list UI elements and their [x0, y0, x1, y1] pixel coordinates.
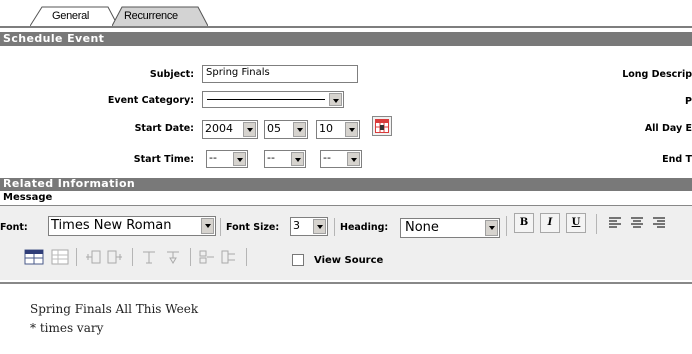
event-category-select[interactable]: [202, 91, 344, 108]
toolbar-separator: [190, 248, 191, 266]
start-minute-select[interactable]: --: [264, 150, 306, 168]
merge-cells-icon[interactable]: [198, 248, 216, 266]
heading-select[interactable]: None: [400, 218, 500, 238]
tab-general-label: General: [52, 10, 90, 22]
insert-column-right-icon[interactable]: [106, 248, 124, 266]
font-size-label: Font Size:: [226, 222, 280, 233]
long-description-label: Long Descrip: [622, 69, 692, 80]
subject-label: Subject:: [149, 69, 194, 80]
tab-recurrence[interactable]: Recurrence: [112, 6, 208, 26]
message-label: Message: [3, 192, 53, 203]
end-time-label: End T: [662, 154, 692, 165]
underline-button[interactable]: U: [566, 213, 586, 233]
align-left-icon[interactable]: [606, 214, 624, 232]
start-day-select[interactable]: 10: [316, 120, 360, 139]
start-year-value: 2004: [205, 122, 233, 135]
chevron-down-icon: [201, 218, 214, 234]
font-size-value: 3: [293, 219, 300, 232]
calendar-icon[interactable]: [372, 116, 392, 136]
start-hour-value: --: [209, 151, 217, 164]
tab-general[interactable]: General: [30, 6, 118, 26]
toolbar-separator: [132, 248, 133, 266]
tab-underline: [0, 26, 692, 28]
font-label: Font:: [0, 222, 28, 233]
schedule-event-title: Schedule Event: [3, 32, 105, 45]
editor-line-2: * times vary: [30, 321, 104, 335]
chevron-down-icon: [347, 152, 360, 166]
subject-field[interactable]: Spring Finals: [202, 65, 358, 83]
italic-button[interactable]: I: [540, 213, 560, 233]
view-source-label: View Source: [314, 255, 384, 266]
font-value: Times New Roman: [51, 218, 172, 233]
start-hour-select[interactable]: --: [206, 150, 248, 168]
editor-line-1: Spring Finals All This Week: [30, 302, 199, 316]
start-ampm-value: --: [323, 151, 331, 164]
view-source-checkbox[interactable]: [292, 254, 304, 266]
start-year-select[interactable]: 2004: [202, 120, 258, 139]
start-day-value: 10: [319, 122, 333, 135]
align-center-icon[interactable]: [628, 214, 646, 232]
start-time-label: Start Time:: [133, 154, 194, 165]
chevron-down-icon: [345, 122, 358, 137]
editor-toolbar: Font: Times New Roman Font Size: 3 Headi…: [0, 206, 692, 280]
start-minute-value: --: [267, 151, 275, 164]
insert-column-left-icon[interactable]: [84, 248, 102, 266]
bold-button[interactable]: B: [514, 213, 534, 233]
start-month-select[interactable]: 05: [264, 120, 308, 139]
toolbar-separator: [506, 216, 507, 236]
chevron-down-icon: [291, 152, 304, 166]
toolbar-separator: [76, 248, 77, 266]
message-editor[interactable]: Spring Finals All This Week * times vary: [0, 282, 692, 354]
right-label-p: P: [685, 96, 692, 107]
schedule-event-header: Schedule Event: [0, 32, 692, 46]
table-properties-icon[interactable]: [50, 248, 70, 266]
insert-table-icon[interactable]: [24, 248, 44, 266]
tab-strip: General Recurrence: [0, 0, 692, 33]
font-size-select[interactable]: 3: [290, 217, 328, 236]
chevron-down-icon: [313, 219, 326, 234]
toolbar-separator: [596, 214, 597, 234]
event-category-label: Event Category:: [107, 95, 194, 106]
align-right-icon[interactable]: [650, 214, 668, 232]
start-date-label: Start Date:: [134, 123, 194, 134]
chevron-down-icon: [243, 122, 256, 137]
font-select[interactable]: Times New Roman: [48, 216, 216, 236]
chevron-down-icon: [233, 152, 246, 166]
related-information-title: Related Information: [3, 177, 136, 190]
start-ampm-select[interactable]: --: [320, 150, 362, 168]
insert-row-below-icon[interactable]: [164, 248, 182, 266]
split-cells-icon[interactable]: [220, 248, 238, 266]
chevron-down-icon: [329, 93, 342, 106]
toolbar-separator: [220, 218, 221, 236]
toolbar-separator: [334, 218, 335, 236]
related-information-header: Related Information: [0, 177, 692, 191]
insert-row-above-icon[interactable]: [140, 248, 158, 266]
chevron-down-icon: [293, 122, 306, 137]
heading-label: Heading:: [340, 222, 389, 233]
chevron-down-icon: [485, 220, 498, 236]
tab-recurrence-label: Recurrence: [124, 10, 178, 22]
start-month-value: 05: [267, 122, 281, 135]
all-day-event-label: All Day E: [644, 123, 692, 134]
toolbar-separator: [246, 248, 247, 266]
message-row: Message: [0, 191, 692, 206]
heading-value: None: [405, 220, 439, 235]
category-empty-line: [207, 99, 325, 100]
